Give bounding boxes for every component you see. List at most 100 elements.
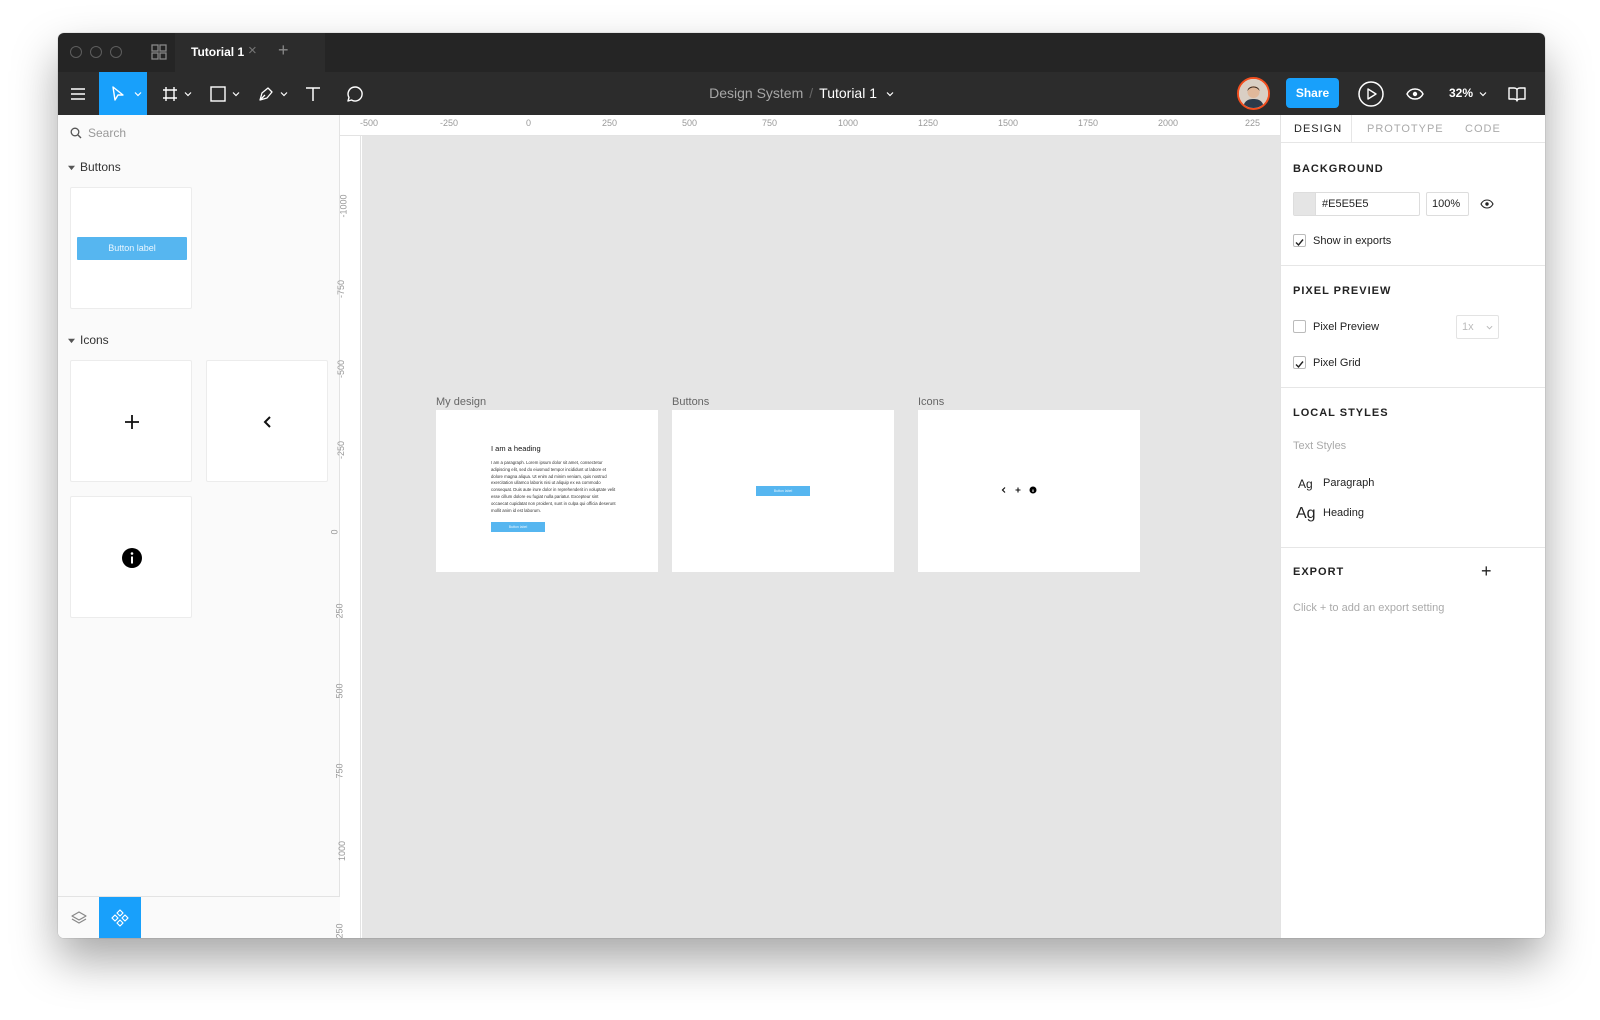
frame-my-design[interactable]: I am a heading I am a paragraph. Lorem i… <box>436 410 658 572</box>
component-info[interactable] <box>70 496 192 618</box>
chevron-left-icon[interactable] <box>1000 486 1008 494</box>
tab-divider <box>1351 115 1352 143</box>
style-name: Paragraph <box>1323 477 1375 489</box>
chevron-down-icon <box>1486 325 1493 330</box>
frame-button[interactable]: Button label <box>756 486 810 496</box>
ruler-tick: 1000 <box>337 840 348 862</box>
ruler-tick: 1500 <box>998 118 1019 128</box>
frame-label-my-design[interactable]: My design <box>436 396 486 408</box>
eye-icon[interactable] <box>1480 199 1494 209</box>
present-button[interactable] <box>1356 72 1386 115</box>
ruler-tick: -500 <box>360 118 379 128</box>
avatar[interactable] <box>1237 77 1270 110</box>
new-tab-icon[interactable]: + <box>278 40 289 61</box>
background-opacity-field[interactable]: 100% <box>1426 192 1469 216</box>
component-chevron-left[interactable] <box>206 360 328 482</box>
view-settings-button[interactable] <box>1400 72 1430 115</box>
show-in-exports-checkbox[interactable] <box>1293 234 1306 247</box>
section-title: Icons <box>80 333 109 347</box>
export-section-title: EXPORT <box>1293 566 1345 578</box>
caret-down-icon <box>68 165 75 171</box>
frame-paragraph[interactable]: I am a paragraph. Lorem ipsum dolor sit … <box>491 460 616 514</box>
component-plus[interactable] <box>70 360 192 482</box>
plus-icon[interactable] <box>1014 486 1022 494</box>
info-icon[interactable] <box>1029 486 1037 494</box>
background-color-field[interactable]: #E5E5E5 <box>1293 192 1420 216</box>
grid-icon[interactable] <box>151 44 167 60</box>
chevron-down-icon[interactable] <box>1479 90 1487 98</box>
share-button[interactable]: Share <box>1286 78 1339 108</box>
project-name[interactable]: Design System <box>709 85 803 101</box>
zoom-window-button[interactable] <box>110 46 122 58</box>
checkmark-icon <box>1295 239 1304 247</box>
pixel-preview-checkbox[interactable] <box>1293 320 1306 333</box>
style-sample: Ag <box>1298 477 1313 491</box>
ruler-tick: 0 <box>329 529 340 535</box>
ruler-tick: -1000 <box>338 194 349 218</box>
section-icons[interactable]: Icons <box>68 333 109 347</box>
tab-title: Tutorial 1 <box>191 45 245 59</box>
zoom-level[interactable]: 32% <box>1449 86 1473 100</box>
background-section-title: BACKGROUND <box>1293 163 1384 175</box>
frame-button[interactable]: Button label <box>491 522 545 532</box>
search-field[interactable]: Search <box>70 126 126 140</box>
minimize-window-button[interactable] <box>90 46 102 58</box>
eye-icon <box>1406 87 1424 100</box>
file-tab[interactable]: Tutorial 1 × <box>175 33 325 72</box>
frame-buttons[interactable]: Button label <box>672 410 894 572</box>
export-hint: Click + to add an export setting <box>1293 602 1445 614</box>
component-button[interactable]: Button label <box>70 187 192 309</box>
style-sample: Ag <box>1296 505 1316 522</box>
ruler-tick: 1250 <box>918 118 939 128</box>
ruler-tick: 250 <box>602 118 618 128</box>
ruler-tick: 750 <box>334 763 345 779</box>
section-buttons[interactable]: Buttons <box>68 160 121 174</box>
panel-tabs: DESIGN PROTOTYPE CODE <box>1281 115 1545 143</box>
tab-design[interactable]: DESIGN <box>1294 123 1342 135</box>
search-placeholder: Search <box>88 126 127 140</box>
add-export-icon[interactable]: + <box>1481 561 1492 582</box>
background-hex[interactable]: #E5E5E5 <box>1322 198 1368 210</box>
tab-close-icon[interactable]: × <box>248 42 257 59</box>
file-name[interactable]: Tutorial 1 <box>819 85 877 101</box>
pixel-preview-scale-select[interactable]: 1x <box>1456 315 1499 339</box>
pixel-grid-checkbox[interactable] <box>1293 356 1306 369</box>
frame-label-buttons[interactable]: Buttons <box>672 396 709 408</box>
ruler-left: -1000 -750 -500 -250 0 250 500 750 1000 … <box>330 136 361 938</box>
user-avatar-icon <box>1239 79 1268 108</box>
divider <box>1281 547 1545 548</box>
chevron-down-icon[interactable] <box>886 90 894 98</box>
style-name: Heading <box>1323 507 1364 519</box>
close-window-button[interactable] <box>70 46 82 58</box>
text-style-heading[interactable]: Ag Heading <box>1293 500 1493 528</box>
assets-panel: Search Buttons Button label Icons <box>58 115 340 938</box>
color-swatch[interactable] <box>1294 193 1316 215</box>
pixel-preview-scale: 1x <box>1462 321 1474 333</box>
play-icon <box>1358 80 1384 107</box>
library-button[interactable] <box>1502 72 1532 115</box>
ruler-tick: -250 <box>440 118 459 128</box>
search-icon <box>70 127 82 139</box>
frame-label-icons[interactable]: Icons <box>918 396 944 408</box>
component-button-label: Button label <box>77 237 187 260</box>
layers-tab[interactable] <box>58 897 99 938</box>
components-tab[interactable] <box>99 897 141 938</box>
info-icon <box>122 548 142 568</box>
text-style-paragraph[interactable]: Ag Paragraph <box>1293 471 1493 495</box>
ruler-tick: -500 <box>336 359 347 379</box>
tab-prototype[interactable]: PROTOTYPE <box>1367 123 1444 135</box>
breadcrumb-separator: / <box>809 85 814 101</box>
toolbar: Design System / Tutorial 1 Share 32% <box>58 72 1545 115</box>
background-opacity[interactable]: 100% <box>1432 198 1460 210</box>
tab-code[interactable]: CODE <box>1465 123 1501 135</box>
ruler-tick: 750 <box>762 118 778 128</box>
frame-icons[interactable] <box>918 410 1140 572</box>
canvas[interactable]: My design I am a heading I am a paragrap… <box>362 136 1280 938</box>
ruler-tick: 2000 <box>1158 118 1179 128</box>
frame-heading[interactable]: I am a heading <box>491 444 541 453</box>
divider <box>1281 387 1545 388</box>
local-styles-section-title: LOCAL STYLES <box>1293 407 1389 419</box>
design-panel: DESIGN PROTOTYPE CODE BACKGROUND #E5E5E5… <box>1280 115 1545 938</box>
components-icon <box>111 909 129 927</box>
show-in-exports-label: Show in exports <box>1313 235 1392 247</box>
